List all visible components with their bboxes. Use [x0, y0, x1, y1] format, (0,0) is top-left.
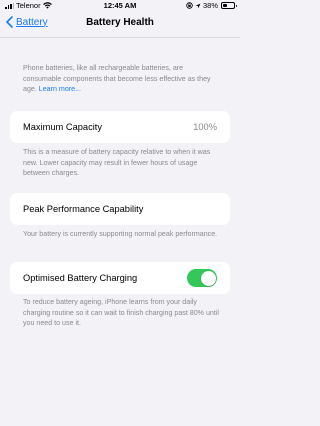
status-right: 38% [186, 1, 237, 10]
battery-percent: 38% [202, 1, 218, 10]
toggle-knob [200, 270, 216, 286]
optimised-charging-row: Optimised Battery Charging [10, 262, 230, 294]
navigation-bar: Battery Battery Health [0, 13, 240, 35]
status-bar: Telenor 12:45 AM 38% [0, 0, 240, 12]
learn-more-link[interactable]: Learn more... [39, 85, 81, 93]
page-title: Battery Health [86, 17, 154, 28]
battery-level-fill [223, 4, 227, 7]
maximum-capacity-note: This is a measure of battery capacity re… [23, 148, 211, 178]
peak-performance-note: Your battery is currently supporting nor… [23, 230, 218, 238]
battery-icon [221, 2, 237, 9]
nav-divider [0, 37, 240, 38]
peak-performance-label: Peak Performance Capability [23, 204, 144, 214]
orientation-lock-icon [186, 2, 193, 9]
location-icon [195, 3, 201, 8]
intro-text: Phone batteries, like all rechargeable b… [23, 63, 223, 95]
optimised-charging-note: To reduce battery ageing, iPhone learns … [23, 298, 219, 328]
maximum-capacity-value: 100% [193, 122, 217, 132]
maximum-capacity-label: Maximum Capacity [23, 122, 103, 132]
optimised-charging-toggle[interactable] [187, 269, 217, 287]
maximum-capacity-row: Maximum Capacity 100% [10, 111, 230, 143]
peak-performance-row: Peak Performance Capability [10, 193, 230, 225]
optimised-charging-label: Optimised Battery Charging [23, 273, 138, 283]
